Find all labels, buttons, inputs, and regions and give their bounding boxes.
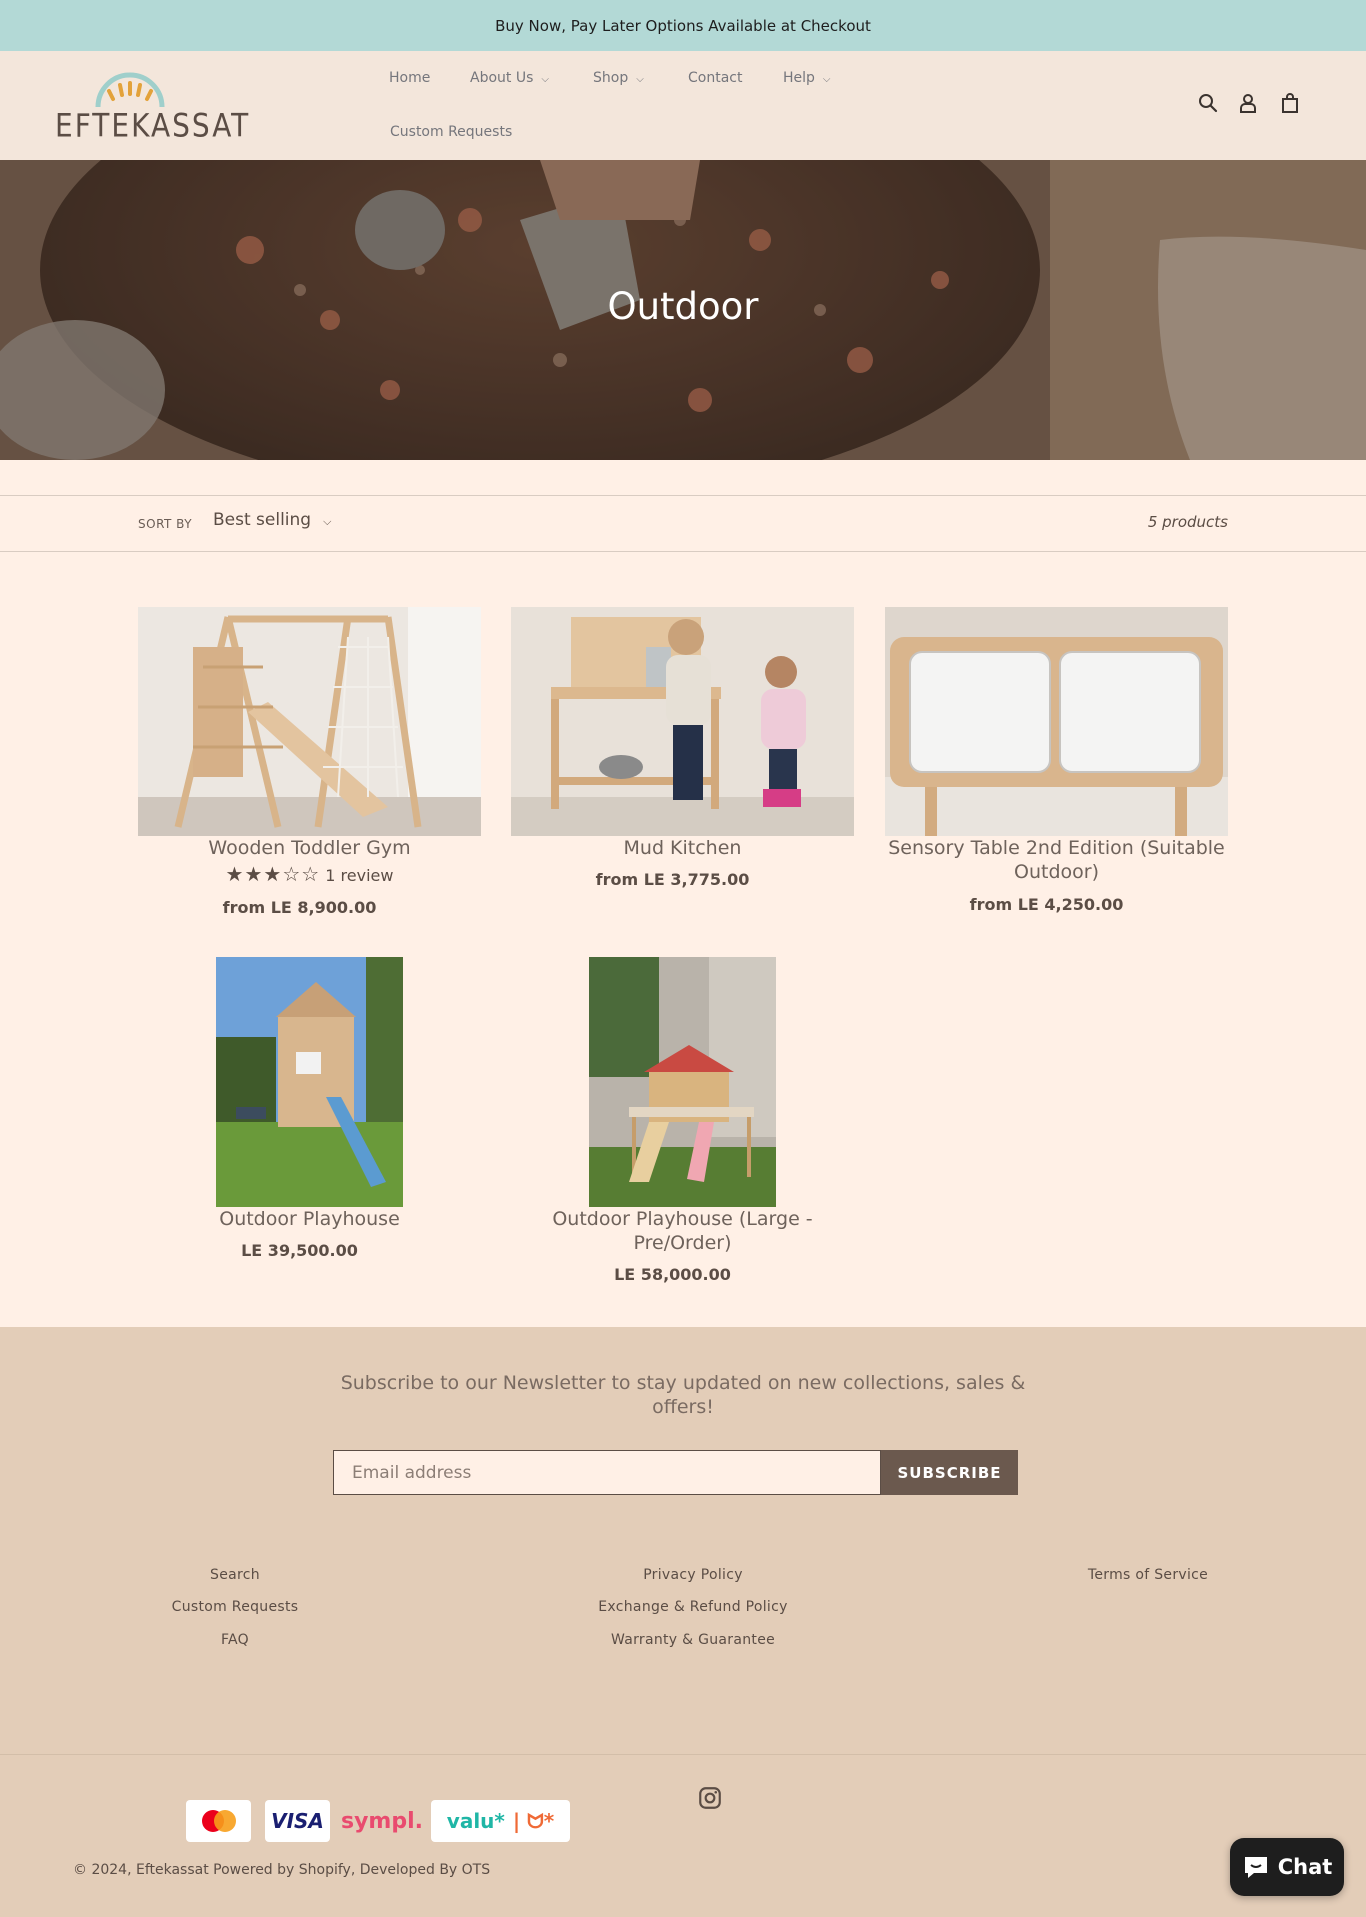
account-icon[interactable]: [1236, 91, 1260, 115]
product-title[interactable]: Outdoor Playhouse (Large - Pre/Order): [511, 1207, 854, 1255]
footer-link-terms[interactable]: Terms of Service: [1048, 1567, 1248, 1583]
footer-link-refund[interactable]: Exchange & Refund Policy: [573, 1599, 813, 1615]
chat-label: Chat: [1277, 1855, 1333, 1879]
email-field[interactable]: Email address: [333, 1450, 881, 1495]
brand-logo[interactable]: EFTEKASSAT: [55, 69, 251, 145]
footer-link-privacy[interactable]: Privacy Policy: [573, 1567, 813, 1583]
nav-help-label: Help: [783, 70, 815, 86]
product-title[interactable]: Outdoor Playhouse: [138, 1207, 481, 1231]
subscribe-button[interactable]: SUBSCRIBE: [881, 1450, 1018, 1495]
nav-shop[interactable]: Shop ⌵: [593, 70, 644, 86]
chat-button[interactable]: Chat: [1230, 1838, 1344, 1896]
outdoor-playhouse-image: [216, 957, 403, 1207]
product-price: LE 58,000.00: [614, 1265, 731, 1284]
product-count: 5 products: [1147, 513, 1228, 531]
copyright-link[interactable]: Eftekassat: [136, 1862, 209, 1878]
search-icon[interactable]: [1196, 91, 1220, 115]
product-title[interactable]: Wooden Toddler Gym: [138, 836, 481, 860]
footer-link-search[interactable]: Search: [135, 1567, 335, 1583]
newsletter-heading: Subscribe to our Newsletter to stay upda…: [340, 1372, 1026, 1418]
nav-about-label: About Us: [470, 70, 534, 86]
valu-label: valu*: [446, 1809, 505, 1833]
footer-link-faq[interactable]: FAQ: [135, 1632, 335, 1648]
sort-label: SORT BY: [138, 517, 193, 531]
email-placeholder: Email address: [352, 1462, 472, 1483]
product-image[interactable]: [511, 607, 854, 836]
rainbow-logo-icon: [95, 72, 165, 108]
collection-title: Outdoor: [607, 285, 759, 328]
sympl-icon: sympl.: [341, 1800, 424, 1842]
cart-icon[interactable]: [1278, 91, 1302, 115]
nav-shop-label: Shop: [593, 70, 629, 86]
product-image[interactable]: [138, 607, 481, 836]
site-footer: Subscribe to our Newsletter to stay upda…: [0, 1327, 1366, 1917]
nav-help[interactable]: Help ⌵: [783, 70, 831, 86]
toddler-gym-image: [138, 607, 481, 836]
announcement-bar: Buy Now, Pay Later Options Available at …: [0, 0, 1366, 51]
chevron-down-icon: ⌵: [323, 515, 332, 528]
brand-name: EFTEKASSAT: [55, 106, 251, 145]
product-image[interactable]: [589, 957, 776, 1207]
visa-icon: VISA: [265, 1800, 330, 1842]
product-rating: ★★★☆☆ 1 review: [138, 862, 481, 886]
large-playhouse-image: [589, 957, 776, 1207]
sympl-label: sympl.: [341, 1808, 424, 1834]
product-image[interactable]: [216, 957, 403, 1207]
footer-link-custom-requests[interactable]: Custom Requests: [135, 1599, 335, 1615]
announcement-text: Buy Now, Pay Later Options Available at …: [495, 16, 871, 35]
sort-select[interactable]: Best selling ⌵: [213, 510, 331, 530]
visa-label: VISA: [271, 1809, 324, 1833]
footer-link-warranty[interactable]: Warranty & Guarantee: [573, 1632, 813, 1648]
chat-bubble-icon: [1244, 1857, 1267, 1878]
product-image[interactable]: [885, 607, 1228, 836]
valu-icon: valu* | ᗢ*: [431, 1800, 570, 1842]
sort-selected-value: Best selling: [213, 510, 312, 530]
copyright-suffix: Powered by Shopify, Developed By OTS: [213, 1862, 491, 1878]
copyright: © 2024, Eftekassat Powered by Shopify, D…: [73, 1862, 490, 1878]
product-price: from LE 4,250.00: [969, 895, 1124, 914]
product-price: from LE 3,775.00: [595, 870, 750, 889]
review-count: 1 review: [325, 866, 394, 885]
footer-divider: [0, 1754, 1366, 1755]
instagram-icon[interactable]: [697, 1785, 723, 1811]
product-title[interactable]: Sensory Table 2nd Edition (Suitable Outd…: [885, 836, 1228, 884]
chevron-down-icon: ⌵: [636, 74, 644, 85]
sort-bar: SORT BY Best selling ⌵ 5 products: [0, 495, 1366, 552]
sensory-table-image: [885, 607, 1228, 836]
product-title[interactable]: Mud Kitchen: [511, 836, 854, 860]
nav-home-label: Home: [389, 70, 431, 86]
nav-custom-label: Custom Requests: [390, 124, 513, 140]
nav-about-us[interactable]: About Us ⌵: [470, 70, 549, 86]
chevron-down-icon: ⌵: [541, 74, 549, 85]
site-header: EFTEKASSAT Home About Us ⌵ Shop ⌵ Contact …: [0, 51, 1366, 160]
nav-contact[interactable]: Contact: [688, 70, 742, 86]
star-rating-icon: ★★★☆☆: [225, 862, 321, 886]
chevron-down-icon: ⌵: [822, 74, 831, 85]
copyright-prefix: © 2024,: [73, 1862, 132, 1878]
collection-hero: Outdoor: [0, 160, 1366, 460]
mastercard-icon: [186, 1800, 251, 1842]
nav-home[interactable]: Home: [389, 70, 430, 86]
product-price: LE 39,500.00: [241, 1241, 358, 1260]
nav-contact-label: Contact: [688, 70, 743, 86]
product-price: from LE 8,900.00: [222, 898, 377, 917]
nav-custom-requests[interactable]: Custom Requests: [390, 124, 512, 140]
mud-kitchen-image: [511, 607, 854, 836]
